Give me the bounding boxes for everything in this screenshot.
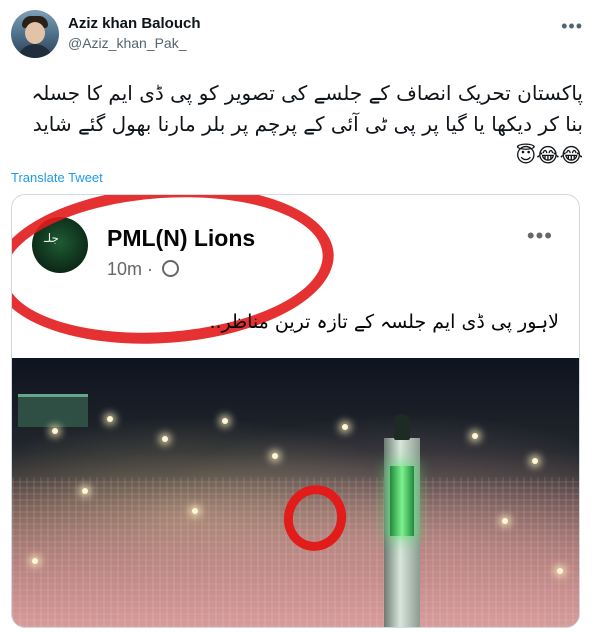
author-handle[interactable]: @Aziz_khan_Pak_ xyxy=(68,35,187,51)
rally-photo xyxy=(12,358,579,627)
minaret xyxy=(384,414,420,627)
fort-structure xyxy=(18,394,88,427)
more-options-icon[interactable]: ••• xyxy=(561,16,583,37)
author-display-name[interactable]: Aziz khan Balouch xyxy=(68,15,201,32)
author-avatar[interactable] xyxy=(11,10,59,58)
post-more-icon: ••• xyxy=(526,223,553,248)
translate-tweet-link[interactable]: Translate Tweet xyxy=(11,170,103,185)
tweet-media-image[interactable]: جلـ PML(N) Lions 10m · ••• لاہور پی ڈی ا… xyxy=(11,194,580,628)
tweet-text: پاکستان تحریک انصاف کے جلسے کی تصویر کو … xyxy=(31,81,583,167)
post-caption: لاہور پی ڈی ایم جلسہ کے تازہ ترین مناظر.… xyxy=(209,311,559,333)
